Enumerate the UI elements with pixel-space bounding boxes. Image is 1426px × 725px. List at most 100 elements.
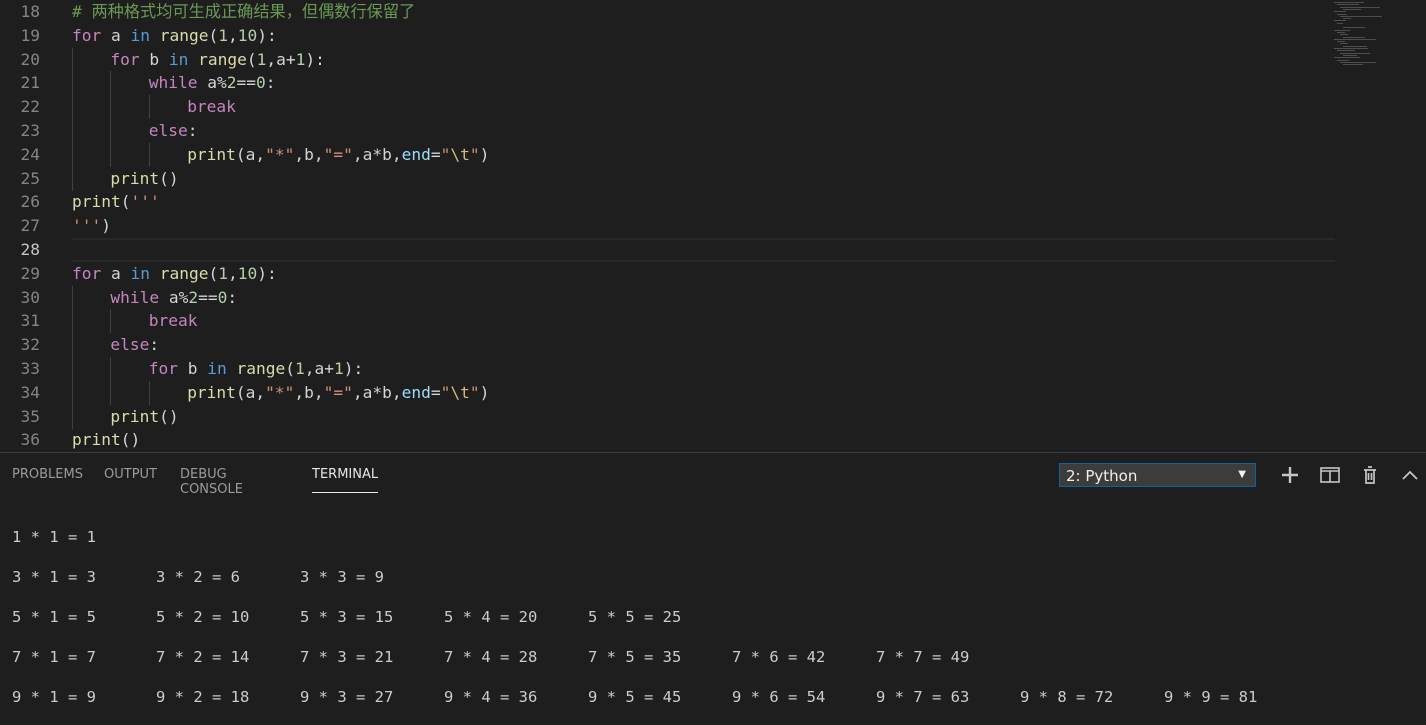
terminal-cell: 7 * 3 = 21 [300,648,394,666]
terminal-select-value: 2: Python [1066,467,1138,485]
code-line[interactable]: 30 while a%2==0: [0,285,1335,310]
indent-guide [148,95,150,120]
code-line[interactable]: 28 [0,238,1335,262]
code-token: a [101,25,131,45]
code-text: ''') [72,214,111,238]
code-token: ,b, [294,382,324,402]
terminal-cell: 9 * 6 = 54 [732,688,826,706]
code-token: in [130,263,151,283]
code-token: range [159,25,209,45]
code-token: ''' [72,216,102,236]
code-token: ( [208,263,219,283]
indent-guide [72,142,73,167]
code-token: : [227,287,238,307]
indent-guide [72,404,73,429]
terminal-cell: 7 * 5 = 35 [588,648,682,666]
code-line[interactable]: 20 for b in range(1,a+1): [0,47,1335,72]
code-token: "=" [323,144,353,164]
minimap-line [1337,22,1343,24]
line-number: 36 [20,430,41,450]
code-line[interactable]: 32 else: [0,333,1335,358]
code-text: for b in range(1,a+1): [149,357,363,381]
tab-terminal[interactable]: TERMINAL [312,467,379,493]
code-token: \t [450,144,470,164]
code-line[interactable]: 22 break [0,95,1335,120]
code-token: 1 [295,49,306,69]
terminal-cell: 9 * 1 = 9 [12,688,96,706]
code-token: 1 [218,263,228,283]
minimap[interactable] [1334,0,1414,70]
minimap-line [1340,61,1376,63]
bottom-panel: PROBLEMS OUTPUT DEBUG CONSOLE TERMINAL 2: P… [0,452,1426,717]
code-token: while [148,73,198,93]
code-line[interactable]: 33 for b in range(1,a+1): [0,357,1335,381]
line-number: 35 [20,406,41,426]
minimap-line [1337,50,1355,52]
minimap-line [1334,57,1360,59]
line-number: 20 [20,49,41,69]
code-token: (a, [235,382,266,402]
code-token: : [149,335,160,355]
terminal-cell: 3 * 1 = 3 [12,568,96,586]
chevron-up-icon[interactable] [1398,463,1422,487]
line-number: 34 [20,382,41,402]
split-icon[interactable] [1318,463,1342,487]
code-line[interactable]: 27 ''') [0,214,1335,238]
line-number: 25 [20,168,41,188]
indent-guide [110,119,112,143]
plus-icon[interactable] [1278,463,1302,487]
code-token: () [159,406,179,426]
code-line[interactable]: 36 print() [0,428,1335,452]
code-token: (a, [235,144,266,164]
indent-guide [72,47,73,72]
code-line[interactable]: 26 print(''' [0,190,1335,214]
terminal-cell: 5 * 4 = 20 [444,608,538,626]
code-token: for [72,263,102,283]
trash-icon[interactable] [1358,463,1382,487]
terminal-cell: 7 * 4 = 28 [444,648,538,666]
code-text: break [187,95,236,119]
code-line[interactable]: 18 # 两种格式均可生成正确结果，但偶数行保留了 [0,0,1335,24]
code-line[interactable]: 21 while a%2==0: [0,71,1335,96]
code-token: ,b, [294,144,324,164]
code-token: a [101,263,131,283]
code-line[interactable]: 34 print(a,"*",b,"=",a*b,end="\t") [0,380,1335,405]
code-line[interactable]: 31 break [0,309,1335,334]
code-token: 0 [217,287,228,307]
code-line[interactable]: 25 print() [0,166,1335,191]
code-token: " [440,144,451,164]
code-token: ,a+ [304,359,335,378]
line-number: 19 [20,25,41,45]
tab-debug-console[interactable]: DEBUG CONSOLE [180,467,243,497]
code-line[interactable]: 19 for a in range(1,10): [0,24,1335,48]
code-token: = [430,144,441,164]
code-editor[interactable]: 18 # 两种格式均可生成正确结果，但偶数行保留了 19 for a in range… [0,0,1426,452]
terminal-cell: 7 * 2 = 14 [156,648,250,666]
minimap-line [1334,20,1346,22]
code-token: print [110,406,160,426]
code-token: ,a*b, [352,144,402,164]
terminal-select[interactable]: 2: Python ▼ [1059,463,1256,487]
code-token: print [187,144,236,164]
code-token: ): [257,263,277,283]
code-token: # 两种格式均可生成正确结果，但偶数行保留了 [72,2,416,21]
code-token: ( [285,359,296,378]
code-line[interactable]: 23 else: [0,119,1335,143]
tab-problems[interactable]: PROBLEMS [12,467,83,482]
code-line[interactable]: 35 print() [0,404,1335,429]
tab-output[interactable]: OUTPUT [104,467,157,482]
code-token: "*" [265,382,295,402]
minimap-line [1340,6,1380,8]
code-token: "*" [265,144,295,164]
code-token: else [148,121,188,140]
code-token: in [168,49,189,69]
code-line[interactable]: 24 print(a,"*",b,"=",a*b,end="\t") [0,142,1335,167]
code-token: print [72,430,121,450]
indent-guide [72,380,73,405]
code-line[interactable]: 29 for a in range(1,10): [0,262,1335,286]
minimap-line [1334,11,1346,13]
terminal-cell: 9 * 9 = 81 [1164,688,1258,706]
